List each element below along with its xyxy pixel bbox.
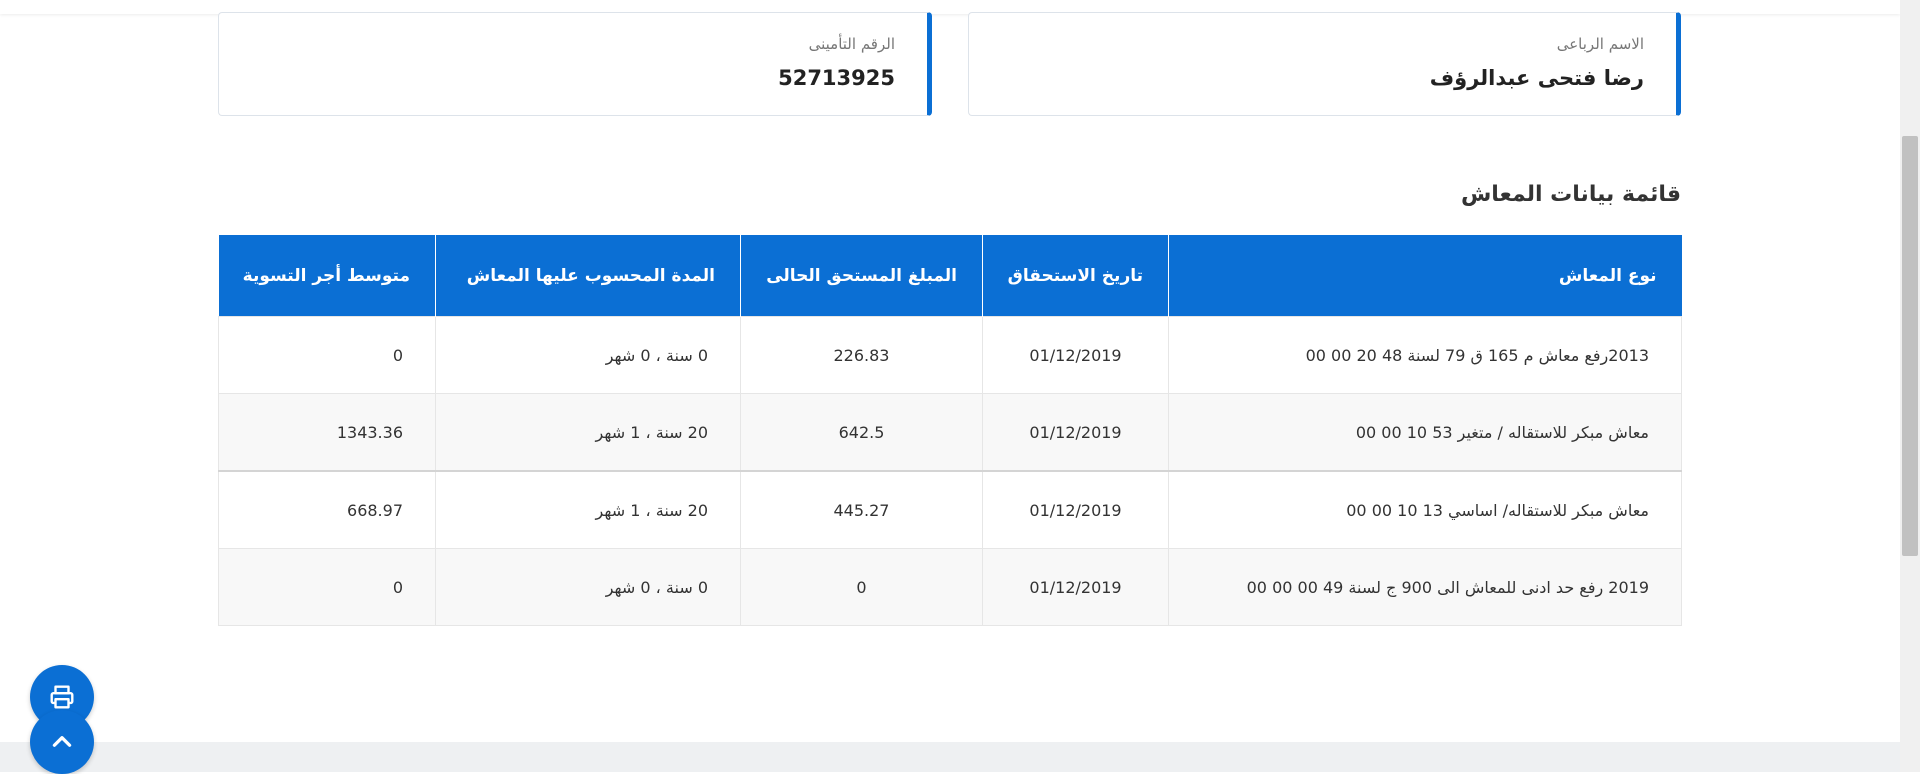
full-name-label: الاسم الرباعى [1556, 35, 1644, 53]
cell-average-wage: 0 [218, 316, 436, 394]
column-header-pension-type: نوع المعاش [1168, 235, 1682, 317]
cell-due-date: 01/12/2019 [982, 548, 1169, 626]
cell-pension-type: معاش مبكر للاستقاله/ اساسي 13 10 00 00 [1168, 470, 1682, 549]
table-header-row: نوع المعاش تاريخ الاستحقاق المبلغ المستح… [218, 235, 1682, 317]
cell-current-amount: 0 [740, 548, 983, 626]
column-header-current-amount: المبلغ المستحق الحالى [740, 235, 983, 317]
cell-current-amount: 642.5 [740, 393, 983, 472]
column-header-due-date: تاريخ الاستحقاق [982, 235, 1169, 317]
scrollbar-thumb[interactable] [1902, 136, 1918, 556]
cell-duration: 0 سنة ، 0 شهر [435, 548, 741, 626]
table-row: 2013رفع معاش م 165 ق 79 لسنة 48 20 00 00… [218, 316, 1682, 394]
cell-pension-type: 2019 رفع حد ادنى للمعاش الى 900 ج لسنة 4… [1168, 548, 1682, 626]
full-name-value: رضا فتحى عبدالرؤف [1429, 66, 1644, 90]
pension-table: نوع المعاش تاريخ الاستحقاق المبلغ المستح… [218, 235, 1682, 626]
cell-duration: 0 سنة ، 0 شهر [435, 316, 741, 394]
cell-average-wage: 668.97 [218, 470, 436, 549]
column-header-duration: المدة المحسوب عليها المعاش [435, 235, 741, 317]
table-row: 2019 رفع حد ادنى للمعاش الى 900 ج لسنة 4… [218, 548, 1682, 626]
cell-current-amount: 226.83 [740, 316, 983, 394]
cell-due-date: 01/12/2019 [982, 316, 1169, 394]
cell-current-amount: 445.27 [740, 470, 983, 549]
cell-pension-type: 2013رفع معاش م 165 ق 79 لسنة 48 20 00 00 [1168, 316, 1682, 394]
section-title: قائمة بيانات المعاش [1460, 182, 1681, 207]
insurance-number-label: الرقم التأمينى [808, 35, 895, 53]
column-header-average-wage: متوسط أجر التسوية [218, 235, 436, 317]
printer-icon [50, 685, 74, 709]
insurance-number-card: الرقم التأمينى 52713925 [218, 12, 932, 116]
full-name-card: الاسم الرباعى رضا فتحى عبدالرؤف [968, 12, 1681, 116]
cell-pension-type: معاش مبكر للاستقاله / متغير 53 10 00 00 [1168, 393, 1682, 472]
footer-band [0, 742, 1900, 772]
insurance-number-value: 52713925 [778, 66, 895, 90]
table-row: معاش مبكر للاستقاله/ اساسي 13 10 00 00 0… [218, 470, 1682, 549]
table-row: معاش مبكر للاستقاله / متغير 53 10 00 00 … [218, 393, 1682, 472]
cell-duration: 20 سنة ، 1 شهر [435, 470, 741, 549]
cell-due-date: 01/12/2019 [982, 470, 1169, 549]
chevron-up-icon [52, 736, 72, 747]
cell-duration: 20 سنة ، 1 شهر [435, 393, 741, 472]
cell-average-wage: 0 [218, 548, 436, 626]
cell-due-date: 01/12/2019 [982, 393, 1169, 472]
scroll-to-top-button[interactable] [30, 710, 94, 774]
cell-average-wage: 1343.36 [218, 393, 436, 472]
